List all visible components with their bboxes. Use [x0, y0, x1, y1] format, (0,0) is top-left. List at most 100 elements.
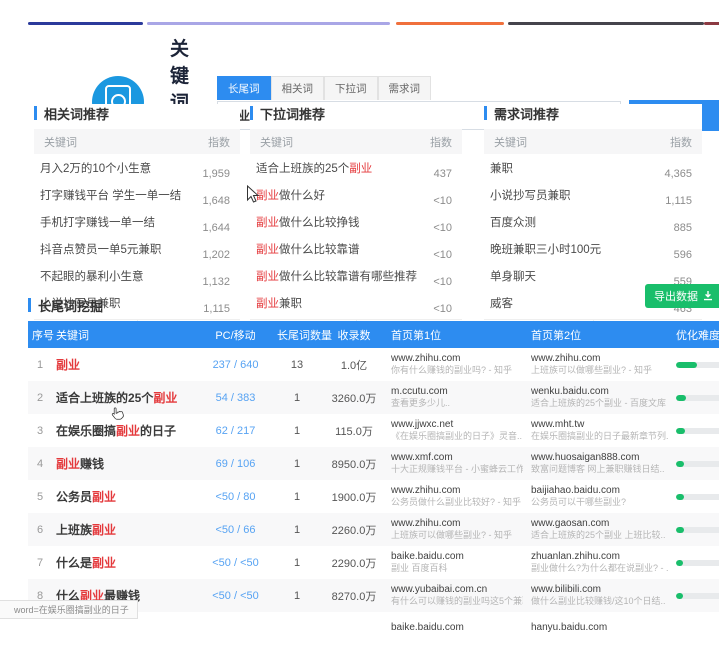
- second-position-result[interactable]: hanyu.baidu.com: [527, 622, 672, 635]
- second-position-result[interactable]: www.bilibili.com 做什么副业比较赚钱/这10个日结..: [527, 584, 672, 608]
- column-index: 指数: [208, 134, 230, 150]
- keyword-text[interactable]: 月入2万的10个小生意: [40, 160, 151, 176]
- keyword-row[interactable]: 副业做什么比较靠谱 <10: [250, 235, 462, 262]
- keyword-text[interactable]: 副业做什么比较靠谱有哪些推荐: [256, 268, 417, 284]
- site-domain: zhuanlan.zhihu.com: [531, 551, 668, 564]
- second-position-result[interactable]: baijiahao.baidu.com 公务员可以干哪些副业?: [527, 485, 672, 509]
- keyword-link[interactable]: 副业: [52, 356, 198, 373]
- table-row[interactable]: 7 什么是副业 <50 / <50 1 2290.0万 baike.baidu.…: [28, 546, 719, 579]
- keyword-link[interactable]: 什么是副业: [52, 554, 198, 571]
- second-position-result[interactable]: www.gaosan.com 适合上班族的25个副业 上班比较..: [527, 518, 672, 542]
- keyword-row[interactable]: 不起眼的暴利小生意 1,132: [34, 262, 240, 289]
- keyword-text[interactable]: 抖音点赞员一单5元兼职: [40, 241, 161, 257]
- first-position-result[interactable]: www.zhihu.com 你有什么赚钱的副业吗? - 知乎: [387, 353, 527, 377]
- keyword-row[interactable]: 打字赚钱平台 学生一单一结 1,648: [34, 181, 240, 208]
- keyword-row[interactable]: 抖音点赞员一单5元兼职 1,202: [34, 235, 240, 262]
- keyword-text[interactable]: 百度众测: [490, 214, 536, 230]
- first-position-result[interactable]: www.zhihu.com 上班族可以做哪些副业? - 知乎: [387, 518, 527, 542]
- pc-mobile-index[interactable]: 54 / 383: [198, 392, 273, 404]
- pc-mobile-index[interactable]: <50 / 66: [198, 524, 273, 536]
- keyword-row[interactable]: 晚班兼职三小时100元 596: [484, 235, 702, 262]
- keyword-link[interactable]: 公务员副业: [52, 488, 198, 505]
- pc-mobile-index[interactable]: <50 / 80: [198, 491, 273, 503]
- keyword-text[interactable]: 小说抄写员兼职: [490, 187, 571, 203]
- site-domain: m.ccutu.com: [391, 386, 523, 399]
- longtail-count: 1: [273, 557, 321, 569]
- first-position-result[interactable]: m.ccutu.com 查看更多少儿..: [387, 386, 527, 410]
- tab-demand[interactable]: 需求词: [378, 76, 432, 100]
- pc-mobile-index[interactable]: <50 / <50: [198, 557, 273, 569]
- keyword-text[interactable]: 单身聊天: [490, 268, 536, 284]
- difficulty-bar: [676, 527, 719, 533]
- table-row[interactable]: 6 上班族副业 <50 / 66 1 2260.0万 www.zhihu.com…: [28, 513, 719, 546]
- keyword-row[interactable]: 副业做什么比较挣钱 <10: [250, 208, 462, 235]
- keyword-link[interactable]: 上班族副业: [52, 521, 198, 538]
- accent-bar: [28, 298, 31, 312]
- keyword-text[interactable]: 副业做什么比较挣钱: [256, 214, 360, 230]
- table-row[interactable]: 5 公务员副业 <50 / 80 1 1900.0万 www.zhihu.com…: [28, 480, 719, 513]
- difficulty-cell: [672, 491, 719, 503]
- progress-segment: [28, 22, 143, 25]
- second-position-result[interactable]: www.huosaigan888.com 致富问题博客 网上兼职赚钱日结..: [527, 452, 672, 476]
- keyword-row[interactable]: 适合上班族的25个副业 437: [250, 154, 462, 181]
- site-domain: www.yubaibai.com.cn: [391, 584, 523, 597]
- first-position-result[interactable]: www.zhihu.com 公务员做什么副业比较好? - 知乎: [387, 485, 527, 509]
- column-index: 指数: [430, 134, 452, 150]
- progress-segment: [147, 22, 390, 25]
- table-row[interactable]: 2 适合上班族的25个副业 54 / 383 1 3260.0万 m.ccutu…: [28, 381, 719, 414]
- second-position-result[interactable]: www.mht.tw 在娱乐圈搞副业的日子最新章节列..: [527, 419, 672, 443]
- difficulty-bar: [676, 593, 719, 599]
- pc-mobile-index[interactable]: 237 / 640: [198, 359, 273, 371]
- keyword-text[interactable]: 兼职: [490, 160, 513, 176]
- site-domain: hanyu.baidu.com: [531, 622, 668, 635]
- keyword-row[interactable]: 兼职 4,365: [484, 154, 702, 181]
- keyword-row[interactable]: 副业做什么比较靠谱有哪些推荐 <10: [250, 262, 462, 289]
- keyword-link[interactable]: 副业赚钱: [52, 455, 198, 472]
- keyword-link[interactable]: 在娱乐圈搞副业的日子: [52, 422, 198, 439]
- index-value: 1,644: [202, 222, 230, 234]
- keyword-row[interactable]: 月入2万的10个小生意 1,959: [34, 154, 240, 181]
- panel-title: 下拉词推荐: [260, 104, 325, 123]
- first-position-result[interactable]: www.xmf.com 十大正规赚钱平台 - 小蜜蜂云工作: [387, 452, 527, 476]
- keyword-text[interactable]: 手机打字赚钱一单一结: [40, 214, 155, 230]
- keyword-row[interactable]: 副业做什么好 <10: [250, 181, 462, 208]
- tab-longtail[interactable]: 长尾词: [217, 76, 271, 100]
- panel-title: 相关词推荐: [44, 104, 109, 123]
- first-position-result[interactable]: www.jjwxc.net 《在娱乐圈搞副业的日子》灵音..: [387, 419, 527, 443]
- first-position-result[interactable]: baike.baidu.com 副业 百度百科: [387, 551, 527, 575]
- video-progress-bar: [28, 22, 719, 25]
- first-position-result[interactable]: www.yubaibai.com.cn 有什么可以赚钱的副业吗这5个兼职..: [387, 584, 527, 608]
- progress-segment: [508, 22, 704, 25]
- pc-mobile-index[interactable]: <50 / <50: [198, 590, 273, 602]
- keyword-text[interactable]: 晚班兼职三小时100元: [490, 241, 601, 257]
- tab-dropdown[interactable]: 下拉词: [324, 76, 378, 100]
- tab-related[interactable]: 相关词: [271, 76, 325, 100]
- progress-segment: [396, 22, 504, 25]
- pc-mobile-index[interactable]: 62 / 217: [198, 425, 273, 437]
- second-position-result[interactable]: zhuanlan.zhihu.com 副业做什么?为什么都在说副业? - ..: [527, 551, 672, 575]
- table-row[interactable]: 1 副业 237 / 640 13 1.0亿 www.zhihu.com 你有什…: [28, 348, 719, 381]
- site-domain: www.zhihu.com: [531, 353, 668, 366]
- keyword-text[interactable]: 副业做什么好: [256, 187, 325, 203]
- keyword-row[interactable]: 手机打字赚钱一单一结 1,644: [34, 208, 240, 235]
- keyword-text[interactable]: 打字赚钱平台 学生一单一结: [40, 187, 181, 203]
- pc-mobile-index[interactable]: 69 / 106: [198, 458, 273, 470]
- row-number: 2: [28, 392, 52, 404]
- first-position-result[interactable]: baike.baidu.com: [387, 622, 527, 635]
- site-description: 查看更多少儿..: [391, 398, 523, 409]
- index-value: 437: [434, 168, 452, 180]
- included-count: 2290.0万: [321, 555, 387, 571]
- second-position-result[interactable]: wenku.baidu.com 适合上班族的25个副业 - 百度文库: [527, 386, 672, 410]
- keyword-row[interactable]: 百度众测 885: [484, 208, 702, 235]
- keyword-text[interactable]: 副业做什么比较靠谱: [256, 241, 360, 257]
- keyword-row[interactable]: 小说抄写员兼职 1,115: [484, 181, 702, 208]
- table-row[interactable]: 3 在娱乐圈搞副业的日子 62 / 217 1 115.0万 www.jjwxc…: [28, 414, 719, 447]
- table-row[interactable]: 4 副业赚钱 69 / 106 1 8950.0万 www.xmf.com 十大…: [28, 447, 719, 480]
- keyword-text[interactable]: 适合上班族的25个副业: [256, 160, 372, 176]
- site-description: 副业做什么?为什么都在说副业? - ..: [531, 563, 668, 574]
- second-position-result[interactable]: www.zhihu.com 上班族可以做哪些副业? - 知乎: [527, 353, 672, 377]
- keyword-link[interactable]: 适合上班族的25个副业: [52, 389, 198, 406]
- keyword-text[interactable]: 不起眼的暴利小生意: [40, 268, 144, 284]
- export-data-button[interactable]: 导出数据: [645, 284, 719, 308]
- col-included: 收录数: [321, 327, 387, 343]
